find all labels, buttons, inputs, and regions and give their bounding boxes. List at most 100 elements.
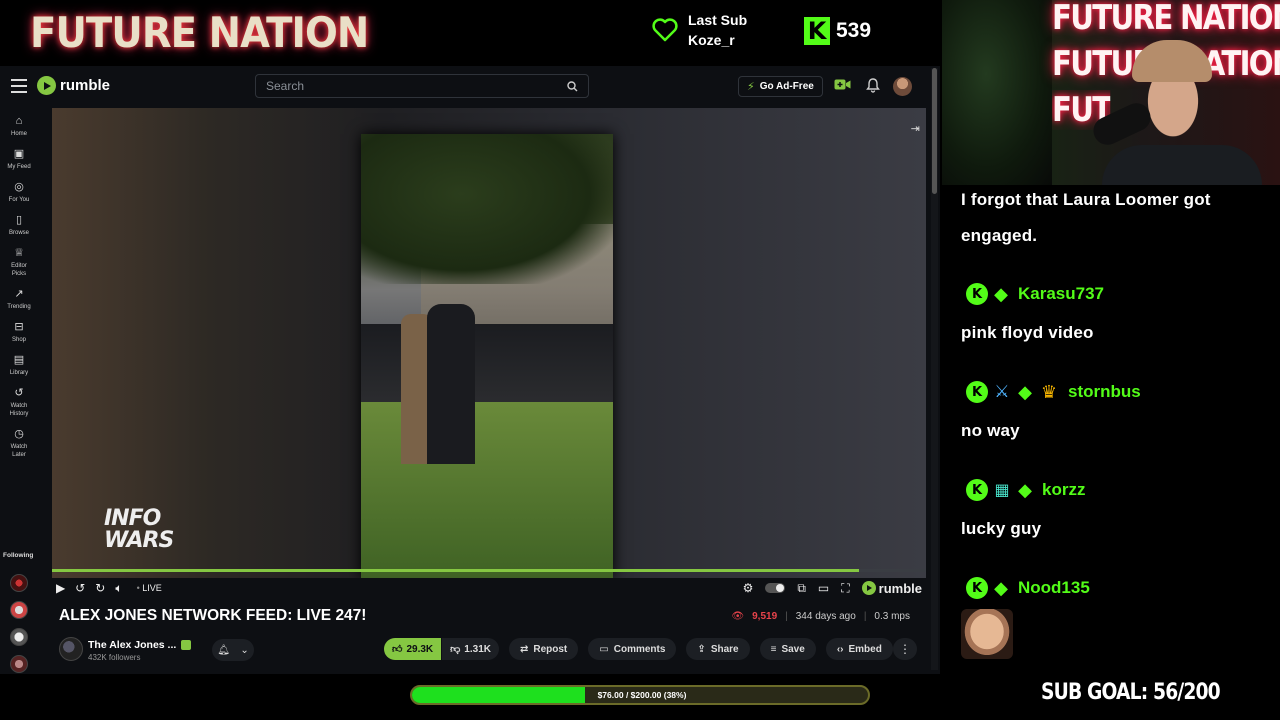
editor-picks-icon: ♕: [14, 247, 24, 259]
hamburger-menu-icon[interactable]: [11, 79, 27, 93]
embed-button[interactable]: ‹› Embed: [825, 638, 893, 660]
sidebar-item-library[interactable]: ▤ Library: [0, 353, 38, 377]
video-player[interactable]: INFO WARS ⇥: [52, 108, 926, 578]
user-avatar[interactable]: [893, 77, 912, 96]
sidebar-item-browse[interactable]: ▯ Browse: [0, 213, 38, 237]
rumble-play-icon: [861, 581, 876, 595]
thumbs-up-icon: 👍︎: [392, 644, 403, 655]
last-sub-widget: Last Sub Koze_r: [652, 10, 747, 50]
sword-icon: ⚔: [994, 382, 1010, 401]
views-icon: 👁︎: [731, 611, 745, 622]
home-icon: ⌂: [15, 115, 23, 127]
player-rumble-logo[interactable]: rumble: [861, 580, 922, 596]
go-ad-free-label: Go Ad-Free: [759, 81, 814, 92]
miniplayer-icon[interactable]: ⧉: [797, 581, 806, 596]
search-input[interactable]: [266, 79, 567, 93]
sidebar-item-shop[interactable]: ⊟ Shop: [0, 320, 38, 344]
following-channel-avatar[interactable]: [10, 655, 28, 673]
sidebar-item-editor-picks[interactable]: ♕ Editor Picks: [0, 246, 38, 278]
player-logo-text: rumble: [878, 580, 922, 596]
save-playlist-icon: ≡: [770, 643, 777, 655]
chat-message-text: pink floyd video: [961, 323, 1094, 342]
crown-icon: ♛: [1040, 381, 1058, 402]
refresh-icon[interactable]: ↻: [95, 581, 105, 595]
sidebar-item-label: My Feed: [7, 164, 31, 170]
chat-panel: I forgot that Laura Loomer got engaged. …: [942, 185, 1280, 665]
more-options-icon[interactable]: ⋮: [893, 638, 917, 660]
channel-avatar[interactable]: [59, 637, 83, 661]
donation-goal-bar: $76.00 / $200.00 (38%): [410, 685, 870, 705]
volume-icon[interactable]: 🔈︎: [115, 581, 122, 596]
go-live-camera-icon[interactable]: [834, 78, 851, 91]
player-controls-right: ⚙ ⧉ ▭ ⛶ rumble: [743, 578, 922, 598]
sidebar-item-label: Watch History: [9, 403, 29, 417]
theater-mode-icon[interactable]: ▭: [818, 581, 829, 595]
sidebar-item-watch-history[interactable]: ↺ Watch History: [0, 386, 38, 418]
donation-goal-text: $76.00 / $200.00 (38%): [597, 690, 687, 700]
following-channel-avatar[interactable]: [10, 601, 28, 619]
view-count: 9,519: [752, 611, 778, 622]
bell-icon: 🔔︎: [217, 644, 230, 656]
chat-message-text: no way: [961, 421, 1020, 440]
rumble-logo-text: rumble: [60, 77, 111, 94]
sidebar-item-label: Home: [10, 131, 27, 137]
rumble-window: rumble ⚡ Go Ad-Free ⌂ Home ▣ My Feed ◎ For …: [0, 66, 940, 674]
comments-button[interactable]: ▭ Comments: [588, 638, 677, 660]
follow-notification-button[interactable]: 🔔︎ ⌄: [212, 639, 254, 661]
dislike-count: 1.31K: [464, 643, 491, 655]
sidebar-item-my-feed[interactable]: ▣ My Feed: [0, 147, 38, 171]
embed-code-icon: ‹›: [836, 643, 844, 655]
save-button[interactable]: ≡ Save: [759, 638, 816, 660]
rumble-sidebar: ⌂ Home ▣ My Feed ◎ For You ▯ Browse ♕ Editor …: [0, 114, 38, 468]
chat-message-header: K ⚔ ◆ ♛ stornbus: [966, 381, 1141, 403]
watch-history-icon: ↺: [14, 387, 24, 399]
following-channel-avatar[interactable]: [10, 628, 28, 646]
fullscreen-icon[interactable]: ⛶: [841, 581, 849, 596]
sidebar-item-label: Watch Later: [10, 444, 28, 458]
notifications-bell-icon[interactable]: [866, 78, 880, 93]
play-icon[interactable]: ▶: [56, 581, 65, 595]
follower-count: 432K followers: [88, 653, 141, 662]
like-button[interactable]: 👍︎ 29.3K: [384, 638, 442, 660]
chat-username[interactable]: korzz: [1042, 480, 1085, 500]
sidebar-item-trending[interactable]: ↗ Trending: [0, 287, 38, 311]
collapse-chat-icon[interactable]: ⇥: [911, 122, 920, 135]
autoplay-toggle-icon[interactable]: [765, 583, 786, 593]
watch-later-icon: ◷: [14, 428, 24, 440]
video-progress-bar[interactable]: [52, 569, 926, 572]
following-channel-avatar[interactable]: [10, 574, 28, 592]
channel-name[interactable]: The Alex Jones ...: [88, 639, 192, 651]
chat-username[interactable]: stornbus: [1068, 382, 1141, 402]
rumble-logo[interactable]: rumble: [37, 76, 110, 95]
webcam-feed: FUTURE NATION FUTURE NATION FUTURE NATIO…: [942, 0, 1280, 185]
go-ad-free-button[interactable]: ⚡ Go Ad-Free: [738, 76, 823, 97]
bolt-icon: ⚡: [747, 81, 755, 93]
player-controls: ▶ ↺ ↻ 🔈︎ • LIVE ⚙ ⧉ ▭ ⛶ rumble: [52, 578, 926, 598]
settings-gear-icon[interactable]: ⚙: [743, 581, 754, 595]
live-indicator[interactable]: • LIVE: [137, 583, 162, 593]
chat-username[interactable]: Nood135: [1018, 578, 1090, 598]
sidebar-item-home[interactable]: ⌂ Home: [0, 114, 38, 138]
sub-goal-label: SUB GOAL: 56/200: [1041, 680, 1221, 705]
comment-icon: ▭: [599, 643, 609, 655]
dislike-button[interactable]: 👎︎ 1.31K: [441, 638, 499, 660]
viewer-count-widget: K 539: [804, 17, 871, 45]
kick-icon: K: [966, 283, 988, 305]
page-scrollbar[interactable]: [931, 68, 938, 670]
viewer-count: 539: [836, 19, 872, 42]
face-emote: [961, 609, 1013, 659]
rewind-icon[interactable]: ↺: [75, 581, 85, 595]
infowars-watermark: INFO WARS: [104, 506, 174, 553]
sidebar-item-for-you[interactable]: ◎ For You: [0, 180, 38, 204]
rumble-play-icon: [37, 76, 56, 95]
shop-icon: ⊟: [14, 321, 24, 333]
sidebar-item-watch-later[interactable]: ◷ Watch Later: [0, 427, 38, 459]
share-button[interactable]: ⇪ Share: [686, 638, 750, 660]
sidebar-item-label: For You: [8, 197, 30, 203]
chat-username[interactable]: Karasu737: [1018, 284, 1104, 304]
repost-button[interactable]: ⇄ Repost: [508, 638, 579, 660]
chat-message-text: I forgot that Laura Loomer got: [961, 190, 1211, 209]
search-icon[interactable]: [567, 80, 578, 92]
scrollbar-thumb[interactable]: [932, 68, 937, 194]
browse-icon: ▯: [15, 214, 23, 226]
